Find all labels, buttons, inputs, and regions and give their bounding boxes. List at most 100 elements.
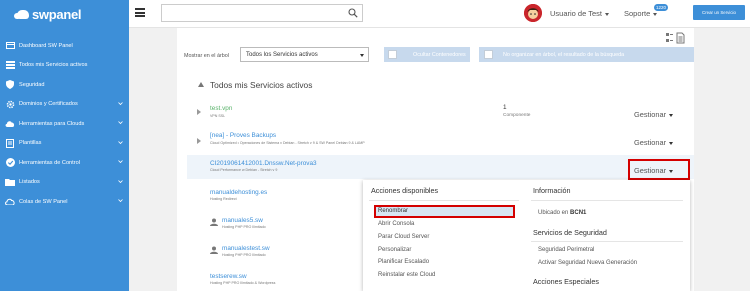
security-title: Servicios de Seguridad — [533, 228, 607, 237]
support-label: Soporte — [624, 9, 651, 18]
location-text: Ubicado en BCN1 — [538, 210, 586, 216]
action-open-console[interactable]: Abrir Consola — [378, 221, 414, 227]
actions-title: Acciones disponibles — [371, 186, 439, 195]
support-menu[interactable]: Soporte — [624, 9, 658, 18]
action-reinstall-cloud[interactable]: Reinstalar este Cloud — [378, 272, 435, 278]
sidebar-item-domains[interactable]: Dominios y Certificados — [0, 95, 129, 115]
manage-highlight-box — [628, 159, 690, 180]
manage-button[interactable]: Gestionar — [634, 110, 674, 119]
service-subtitle: Hosting PHP PRO Ilimitado — [222, 225, 266, 229]
user-avatar-icon — [524, 4, 542, 22]
divider — [531, 200, 683, 201]
template-icon — [5, 138, 15, 148]
gear-icon — [5, 99, 15, 109]
sidebar-item-label: Todos mis Servicios activos — [19, 62, 88, 69]
sidebar-item-dashboard[interactable]: Dashboard SW Panel — [0, 36, 129, 56]
tree-view-icon[interactable] — [666, 33, 673, 42]
cloud-icon — [5, 119, 15, 129]
create-service-button[interactable]: Crear un Servicio — [693, 5, 745, 20]
tree-filter-select[interactable]: Todos los Servicios activos — [240, 47, 369, 62]
manage-button[interactable]: Gestionar — [634, 138, 674, 147]
service-title[interactable]: CI2019061412001.Dnssw.Net-prova3 — [210, 160, 317, 167]
sidebar-item-services[interactable]: Todos mis Servicios activos — [0, 56, 129, 76]
user-name-label: Usuario de Test — [550, 9, 602, 18]
brand-logo[interactable]: swpanel — [14, 6, 82, 22]
chevron-down-icon — [118, 140, 123, 144]
action-plan-scaling[interactable]: Planificar Escalado — [378, 259, 429, 265]
service-subtitle: Cloud Optimized • Operaciones de Sistema… — [210, 141, 365, 145]
menu-icon[interactable] — [135, 8, 145, 17]
action-customize[interactable]: Personalizar — [378, 247, 411, 253]
sidebar-item-label: Listados — [19, 179, 40, 186]
caret-down-icon — [653, 12, 658, 16]
service-subtitle: VPN SSL — [210, 114, 226, 118]
chevron-down-icon — [118, 121, 123, 125]
section-title: Todos mis Servicios activos — [210, 80, 313, 90]
divider — [369, 200, 519, 201]
service-subtitle: Cloud Performance w Debian - Stretch v 9 — [210, 168, 278, 172]
hide-containers-toggle[interactable]: Ocultar Contenedores — [384, 47, 470, 62]
service-title[interactable]: manuales5.sw — [222, 217, 263, 224]
sidebar-item-cloud-tools[interactable]: Herramientas para Clouds — [0, 114, 129, 134]
service-row[interactable]: test.vpn VPN SSL 1 Componente Gestionar — [187, 103, 694, 125]
sidebar-item-label: Seguridad — [19, 81, 45, 88]
no-tree-checkbox[interactable] — [484, 50, 493, 59]
service-row[interactable]: CI2019061412001.Dnssw.Net-prova3 Cloud P… — [187, 158, 694, 180]
service-title[interactable]: manualestest.sw — [222, 245, 270, 252]
expand-triangle-icon[interactable] — [197, 138, 201, 144]
sidebar-item-label: Colas de SW Panel — [19, 198, 68, 205]
expand-triangle-icon[interactable] — [197, 109, 201, 115]
component-count: 1 — [503, 104, 507, 111]
service-title[interactable]: [nea] - Proves Backups — [210, 132, 276, 139]
service-title[interactable]: testserew.sw — [210, 273, 247, 280]
caret-down-icon — [360, 54, 364, 57]
action-rename-highlighted[interactable]: Renombrar — [378, 208, 408, 214]
collapse-triangle-icon[interactable] — [198, 82, 204, 87]
avatar[interactable] — [524, 4, 542, 22]
security-perimeter[interactable]: Seguridad Perimetral — [538, 247, 594, 253]
special-actions-title: Acciones Especiales — [533, 277, 599, 286]
manage-label: Gestionar — [634, 110, 667, 119]
location-value: BCN1 — [570, 210, 587, 216]
search-icon[interactable] — [348, 8, 358, 18]
service-subtitle: Hosting Redirect — [210, 197, 237, 201]
manage-dropdown-menu: Acciones disponibles Renombrar Abrir Con… — [363, 180, 690, 291]
sidebar-item-label: Plantillas — [19, 140, 42, 147]
service-row[interactable]: [nea] - Proves Backups Cloud Optimized •… — [187, 130, 694, 152]
info-title: Información — [533, 186, 571, 195]
security-next-gen[interactable]: Activar Seguridad Nueva Generación — [538, 260, 637, 266]
chevron-down-icon — [118, 160, 123, 164]
view-toggle-icons — [666, 32, 685, 44]
sidebar-item-label: Herramientas para Clouds — [19, 120, 85, 127]
sidebar-item-control-tools[interactable]: Herramientas de Control — [0, 153, 129, 173]
service-title[interactable]: test.vpn — [210, 105, 232, 112]
location-prefix: Ubicado en — [538, 210, 569, 216]
cloud-logo-icon — [14, 9, 29, 19]
tree-filter-value: Todos los Servicios activos — [246, 51, 318, 58]
shield-icon — [5, 80, 15, 90]
no-tree-label: No organizar en árbol, el resultado de l… — [503, 51, 625, 58]
search-input[interactable] — [161, 4, 363, 22]
action-stop-cloud-server[interactable]: Parar Cloud Server — [378, 234, 429, 240]
hide-containers-checkbox[interactable] — [388, 50, 397, 59]
check-circle-icon — [5, 158, 15, 168]
caret-down-icon — [604, 12, 609, 16]
dashboard-icon — [5, 41, 15, 51]
sidebar-item-label: Dominios y Certificados — [19, 101, 78, 108]
document-icon[interactable] — [676, 32, 685, 44]
list-icon — [5, 60, 15, 70]
top-header: Usuario de Test Soporte 1220 Crear un Se… — [129, 0, 750, 28]
sidebar-item-queues[interactable]: Colas de SW Panel — [0, 192, 129, 212]
sidebar-item-templates[interactable]: Plantillas — [0, 134, 129, 154]
sidebar-item-listings[interactable]: Listados — [0, 173, 129, 193]
user-menu[interactable]: Usuario de Test — [550, 9, 609, 18]
sidebar-item-security[interactable]: Seguridad — [0, 75, 129, 95]
package-icon — [210, 218, 218, 226]
brand-name: swpanel — [32, 6, 82, 22]
divider — [531, 241, 683, 242]
no-tree-toggle[interactable]: No organizar en árbol, el resultado de l… — [479, 47, 694, 62]
cloud-queue-icon — [5, 197, 15, 207]
package-icon — [210, 246, 218, 254]
service-title[interactable]: manualdehosting.es — [210, 189, 267, 196]
caret-down-icon — [669, 113, 674, 117]
